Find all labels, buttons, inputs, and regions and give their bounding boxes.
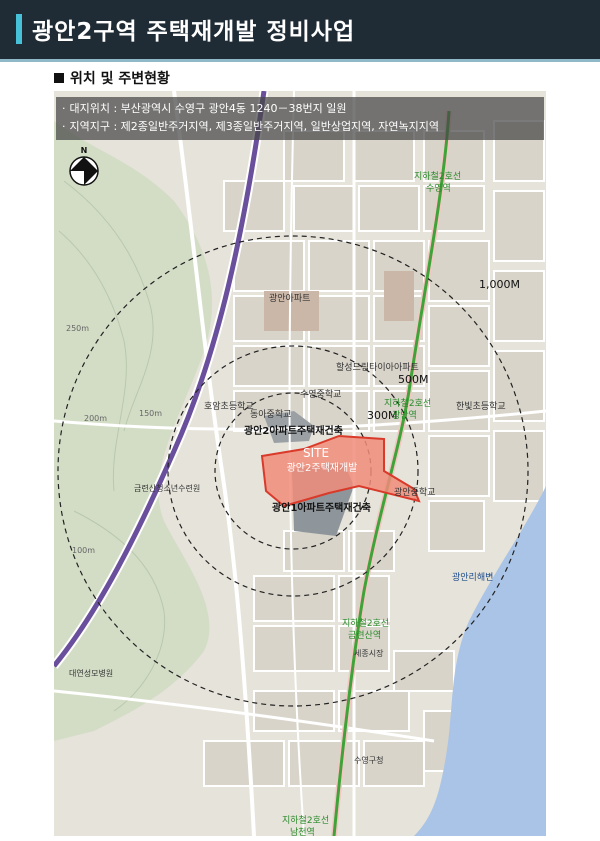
station-label: 수영역: [426, 183, 451, 194]
location-map[interactable]: SITE 광안2주택재개발 1,000M 500M 300M 광안2아파트주택재…: [54, 91, 546, 836]
map-canvas: SITE 광안2주택재개발 1,000M 500M 300M 광안2아파트주택재…: [54, 91, 546, 836]
subway-line-label: 지하철2호선: [342, 618, 389, 629]
ring-label-1000m: 1,000M: [479, 278, 520, 291]
elevation-label: 200m: [84, 414, 107, 423]
site-label: SITE: [303, 446, 329, 460]
info-row-zoning: · 지역지구 : 제2종일반주거지역, 제3종일반주거지역, 일반상업지역, 자연…: [56, 118, 544, 136]
north-label: N: [81, 146, 88, 155]
page-header: 광안2구역 주택재개발 정비사업: [0, 0, 600, 62]
section-heading: 위치 및 주변현황: [54, 68, 170, 88]
station-label: 금련산역: [348, 630, 381, 641]
info-zoning-text: 지역지구 : 제2종일반주거지역, 제3종일반주거지역, 일반상업지역, 자연녹…: [69, 120, 440, 133]
bullet-dot-icon: ·: [62, 120, 66, 133]
info-row-location: · 대지위치 : 부산광역시 수영구 광안4동 1240－38번지 일원: [56, 100, 544, 118]
place-label: 세종시장: [354, 648, 384, 658]
site-name: 광안2주택재개발: [287, 462, 358, 474]
square-bullet-icon: [54, 73, 64, 83]
ring-label-500m: 500M: [398, 373, 429, 386]
place-label: 금련산청소년수련원: [134, 483, 200, 493]
place-label: 호암초등학교: [204, 400, 254, 412]
apt1-label: 광안1아파트주택재건축: [272, 501, 371, 514]
place-label: 광안리해변: [452, 571, 493, 583]
station-label: 남천역: [290, 827, 315, 836]
place-label: 수영중학교: [300, 389, 341, 400]
info-location-text: 대지위치 : 부산광역시 수영구 광안4동 1240－38번지 일원: [69, 102, 347, 115]
subway-line-label: 지하철2호선: [414, 171, 461, 182]
header-accent-bar: [16, 14, 22, 44]
elevation-label: 250m: [66, 324, 89, 333]
place-label: 광안중학교: [394, 486, 435, 498]
section-title: 위치 및 주변현황: [70, 71, 170, 87]
station-label: 광안역: [392, 409, 417, 421]
place-label: 수영구청: [354, 755, 383, 765]
place-label: 동아중학교: [250, 409, 291, 420]
place-label: 광안아파트: [269, 292, 310, 304]
site-info-box: · 대지위치 : 부산광역시 수영구 광안4동 1240－38번지 일원 · 지역지…: [56, 97, 544, 140]
page-title: 광안2구역 주택재개발 정비사업: [32, 19, 356, 45]
elevation-label: 100m: [72, 546, 95, 555]
place-label: 한빛초등학교: [456, 401, 506, 412]
apt2-label: 광안2아파트주택재건축: [244, 424, 343, 437]
bullet-dot-icon: ·: [62, 102, 66, 115]
elevation-label: 150m: [139, 409, 162, 418]
place-label: 대연성모병원: [69, 669, 113, 678]
apartment-complex: [384, 271, 414, 321]
place-label: 할성드림타이아아파트: [336, 361, 419, 373]
subway-line-label: 지하철2호선: [282, 815, 329, 826]
subway-line-label: 지하철2호선: [384, 398, 431, 409]
